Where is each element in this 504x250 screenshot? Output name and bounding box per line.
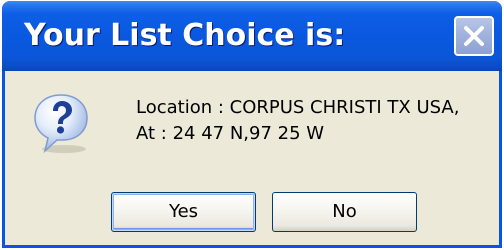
dialog-title: Your List Choice is: <box>24 18 346 53</box>
dialog-window: Your List Choice is: Location : CORPUS C… <box>2 1 502 248</box>
close-button[interactable] <box>454 16 494 56</box>
no-button[interactable]: No <box>272 192 417 232</box>
question-icon <box>31 91 91 155</box>
message-text: Location : CORPUS CHRISTI TX USA, At : 2… <box>136 95 459 147</box>
yes-button[interactable]: Yes <box>111 192 256 232</box>
title-bar[interactable]: Your List Choice is: <box>2 1 502 71</box>
close-icon <box>464 26 484 46</box>
message-location: Location : CORPUS CHRISTI TX USA, <box>136 97 460 118</box>
message-coordinates: At : 24 47 N,97 25 W <box>136 123 325 144</box>
